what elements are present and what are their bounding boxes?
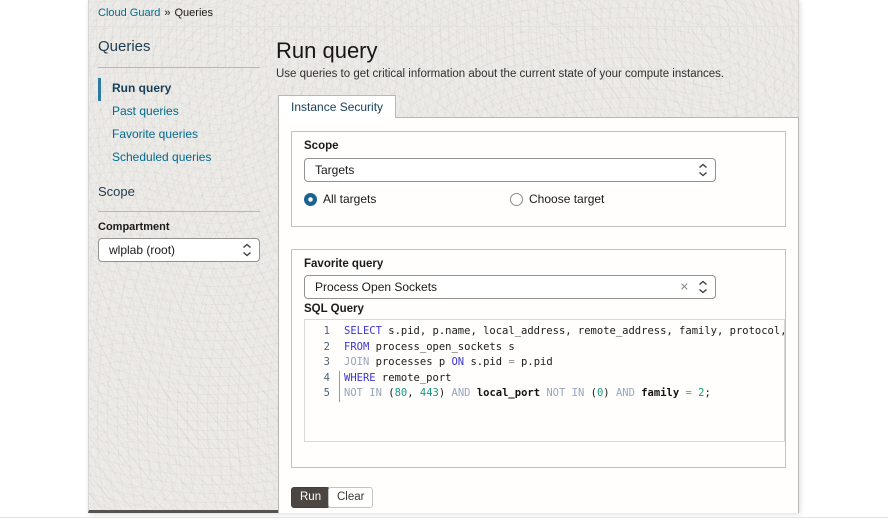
- sql-line: 2FROM process_open_sockets s: [305, 340, 784, 356]
- favorite-query-label: Favorite query: [304, 258, 383, 270]
- sidebar-scope-divider: [98, 211, 260, 212]
- compartment-select-value: wlplab (root): [109, 243, 175, 257]
- radio-unselected-icon: [510, 193, 523, 206]
- tab-panel: Scope Targets All targets Choose target: [278, 117, 799, 513]
- sql-line: 5NOT IN (80, 443) AND local_port NOT IN …: [305, 386, 784, 402]
- sidebar-item-past-queries[interactable]: Past queries: [98, 101, 260, 124]
- sidebar-title: Queries: [98, 38, 260, 55]
- select-spinner-icon: [698, 164, 708, 177]
- sql-code: SELECT s.pid, p.name, local_address, rem…: [339, 324, 785, 340]
- cloud-guard-queries-page: Cloud Guard » Queries Queries Run query Pa…: [88, 0, 799, 513]
- line-number: 4: [305, 371, 339, 387]
- compartment-label: Compartment: [98, 221, 260, 233]
- sql-line: 4WHERE remote_port: [305, 371, 784, 387]
- clear-selection-icon[interactable]: ✕: [680, 281, 689, 294]
- scope-label: Scope: [304, 140, 339, 152]
- tab-instance-security[interactable]: Instance Security: [278, 95, 396, 118]
- page-title: Run query: [276, 38, 378, 64]
- sql-editor-lines: 1SELECT s.pid, p.name, local_address, re…: [305, 324, 784, 402]
- sidebar-divider: [98, 67, 260, 68]
- breadcrumb-current: Queries: [175, 7, 214, 19]
- breadcrumb: Cloud Guard » Queries: [98, 7, 213, 19]
- sidebar-item-run-query[interactable]: Run query: [98, 78, 260, 101]
- sidebar-item-favorite-queries[interactable]: Favorite queries: [98, 124, 260, 147]
- radio-choose-target[interactable]: Choose target: [510, 192, 604, 206]
- sql-code: WHERE remote_port: [339, 371, 451, 387]
- sql-code: FROM process_open_sockets s: [339, 340, 515, 356]
- select-spinner-icon: [242, 244, 252, 257]
- sidebar-nav: Run query Past queries Favorite queries …: [98, 78, 260, 170]
- breadcrumb-separator-icon: »: [164, 7, 170, 19]
- scope-section: Scope Targets All targets Choose target: [291, 131, 786, 227]
- page-bottom-divider: [0, 517, 888, 518]
- screenshot-root: Cloud Guard » Queries Queries Run query Pa…: [0, 0, 888, 520]
- radio-all-targets-label: All targets: [323, 192, 376, 206]
- line-number: 3: [305, 355, 339, 371]
- sidebar-item-scheduled-queries[interactable]: Scheduled queries: [98, 147, 260, 170]
- sql-editor[interactable]: 1SELECT s.pid, p.name, local_address, re…: [304, 319, 785, 442]
- query-section: Favorite query Process Open Sockets ✕ SQ…: [291, 249, 786, 468]
- favorite-query-select[interactable]: Process Open Sockets ✕: [304, 275, 716, 299]
- run-button[interactable]: Run: [291, 487, 330, 508]
- compartment-select[interactable]: wlplab (root): [98, 238, 260, 262]
- radio-selected-icon: [304, 193, 317, 206]
- sql-code: NOT IN (80, 443) AND local_port NOT IN (…: [339, 386, 711, 402]
- sql-query-label: SQL Query: [304, 303, 364, 315]
- sidebar: Queries Run query Past queries Favorite …: [98, 38, 260, 262]
- clear-button[interactable]: Clear: [328, 487, 373, 508]
- sidebar-scope-title: Scope: [98, 184, 260, 199]
- line-number: 1: [305, 324, 339, 340]
- breadcrumb-bar: Cloud Guard » Queries: [89, 0, 798, 27]
- page-subtitle: Use queries to get critical information …: [276, 68, 724, 80]
- line-number: 2: [305, 340, 339, 356]
- sql-line: 3JOIN processes p ON s.pid = p.pid: [305, 355, 784, 371]
- line-number: 5: [305, 386, 339, 402]
- sql-line: 1SELECT s.pid, p.name, local_address, re…: [305, 324, 784, 340]
- scope-select-value: Targets: [315, 163, 354, 177]
- select-spinner-icon: [698, 281, 708, 294]
- favorite-query-value: Process Open Sockets: [315, 280, 437, 294]
- sql-code: JOIN processes p ON s.pid = p.pid: [339, 355, 553, 371]
- breadcrumb-link-cloud-guard[interactable]: Cloud Guard: [98, 7, 160, 19]
- radio-choose-target-label: Choose target: [529, 192, 604, 206]
- radio-all-targets[interactable]: All targets: [304, 192, 376, 206]
- scope-select[interactable]: Targets: [304, 158, 716, 182]
